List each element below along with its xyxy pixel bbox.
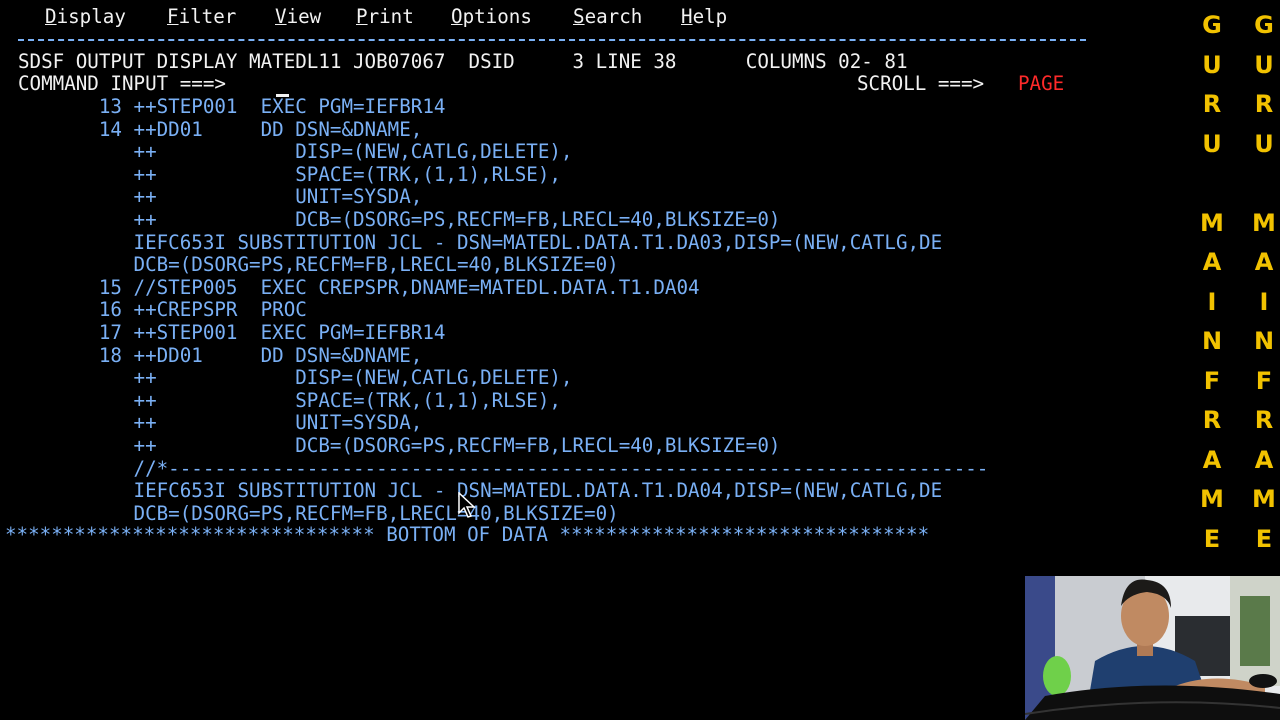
jcl-line: 18 ++DD01 DD DSN=&DNAME, [18, 343, 423, 367]
jcl-line: IEFC653I SUBSTITUTION JCL - DSN=MATEDL.D… [18, 230, 943, 254]
webcam-presenter-image [1025, 576, 1280, 720]
branding-letter: A [1254, 248, 1274, 276]
branding-letter: F [1255, 366, 1273, 395]
branding-letter: R [1254, 90, 1274, 118]
menu-filter[interactable]: Filter [167, 5, 236, 29]
webcam-overlay [1025, 576, 1280, 720]
menu-options[interactable]: Options [451, 5, 532, 29]
jcl-line: ++ UNIT=SYSDA, [18, 411, 423, 435]
command-input-label: COMMAND INPUT ===> [18, 72, 226, 95]
menu-separator [18, 39, 1086, 41]
branding-letter [1244, 164, 1280, 204]
branding-letter: R [1254, 406, 1274, 434]
menu-search[interactable]: Search [573, 5, 642, 29]
scroll-amount-field[interactable]: PAGE [1018, 73, 1064, 95]
branding-letter: N [1201, 327, 1223, 355]
jcl-line: IEFC653I SUBSTITUTION JCL - DSN=MATEDL.D… [18, 479, 943, 503]
mouse-pointer-icon [458, 492, 476, 518]
branding-letter: U [1202, 129, 1222, 158]
branding-letter: F [1203, 366, 1221, 395]
branding-letter: M [1200, 208, 1224, 237]
jcl-line: DCB=(DSORG=PS,RECFM=FB,LRECL=40,BLKSIZE=… [18, 253, 619, 277]
branding-column-right: GURUMAINFRAME [1244, 6, 1280, 559]
branding-letter: M [1252, 208, 1276, 237]
bottom-of-data-line: ******************************** BOTTOM … [5, 523, 930, 546]
branding-letter: E [1255, 524, 1273, 553]
branding-letter: U [1254, 50, 1274, 79]
branding-letter: N [1253, 327, 1275, 355]
menu-display[interactable]: Display [45, 5, 126, 29]
jcl-line: 16 ++CREPSPR PROC [18, 298, 307, 322]
channel-branding: GURUMAINFRAME GURUMAINFRAME [1090, 0, 1280, 575]
branding-letter: G [1202, 11, 1222, 39]
jcl-line: 17 ++STEP001 EXEC PGM=IEFBR14 [18, 321, 446, 344]
command-input-field[interactable] [276, 73, 836, 95]
branding-letter: M [1252, 485, 1276, 513]
jcl-line: ++ DISP=(NEW,CATLG,DELETE), [18, 140, 573, 164]
branding-letter [1192, 164, 1232, 204]
branding-letter: I [1207, 287, 1217, 316]
sdsf-title-line: SDSF OUTPUT DISPLAY MATEDL11 JOB07067 DS… [18, 50, 908, 73]
branding-letter: A [1254, 445, 1274, 474]
jcl-line: ++ UNIT=SYSDA, [18, 185, 423, 209]
menu-print[interactable]: Print [356, 5, 414, 29]
branding-letter: I [1259, 287, 1269, 316]
sdsf-terminal[interactable]: Display Filter View Print Options Search… [0, 0, 1090, 720]
branding-letter: R [1202, 90, 1222, 118]
branding-letter: U [1202, 50, 1222, 79]
branding-letter: E [1203, 524, 1221, 553]
jcl-line: DCB=(DSORG=PS,RECFM=FB,LRECL=40,BLKSIZE=… [18, 501, 619, 525]
jcl-line: ++ SPACE=(TRK,(1,1),RLSE), [18, 162, 561, 186]
menu-help[interactable]: Help [681, 5, 727, 29]
jcl-line: ++ DCB=(DSORG=PS,RECFM=FB,LRECL=40,BLKSI… [18, 208, 781, 231]
jcl-line: 13 ++STEP001 EXEC PGM=IEFBR14 [18, 95, 446, 118]
scroll-label: SCROLL ===> [857, 72, 985, 95]
branding-letter: M [1200, 485, 1224, 513]
jcl-line: ++ SPACE=(TRK,(1,1),RLSE), [18, 388, 561, 412]
menu-view[interactable]: View [275, 5, 321, 29]
jcl-line: ++ DISP=(NEW,CATLG,DELETE), [18, 366, 573, 390]
branding-letter: A [1202, 445, 1222, 474]
branding-letter: U [1254, 129, 1274, 158]
branding-letter: R [1202, 406, 1222, 434]
branding-column-left: GURUMAINFRAME [1192, 6, 1232, 559]
jcl-line: //*-------------------------------------… [18, 456, 989, 480]
jcl-line: 15 //STEP005 EXEC CREPSPR,DNAME=MATEDL.D… [18, 275, 700, 299]
jcl-line: 14 ++DD01 DD DSN=&DNAME, [18, 117, 423, 141]
branding-letter: A [1202, 248, 1222, 276]
branding-letter: G [1254, 11, 1274, 39]
jcl-line: ++ DCB=(DSORG=PS,RECFM=FB,LRECL=40,BLKSI… [18, 434, 781, 457]
